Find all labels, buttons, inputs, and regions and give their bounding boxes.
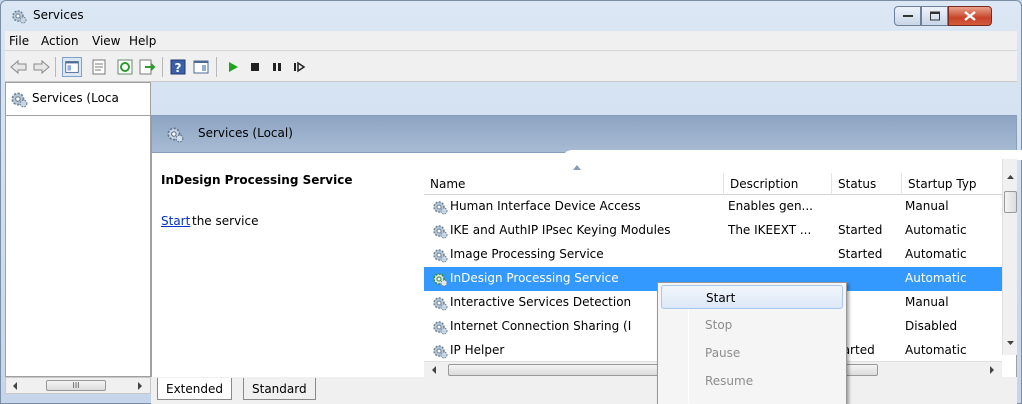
tab-extended[interactable]: Extended [157,378,232,400]
play-icon[interactable] [223,57,243,77]
forward-icon[interactable] [31,57,51,77]
stop-icon[interactable] [245,57,265,77]
context-menu-resume[interactable]: Resume [661,369,843,393]
column-headers: Name Description Status Startup Typ [424,159,1002,195]
service-status: Started [838,223,883,237]
toolbar-separator [162,57,163,77]
table-row[interactable]: IKE and AuthIP IPsec Keying Modules The … [424,219,1002,243]
service-startup-type: Disabled [905,319,958,333]
back-icon[interactable] [9,57,29,77]
scroll-up-icon[interactable] [1004,171,1017,183]
service-name: Human Interface Device Access [450,199,641,213]
start-service-link[interactable]: Start [161,214,190,228]
services-gear-icon [12,10,27,24]
service-startup-type: Automatic [905,271,967,285]
minimize-icon [902,15,913,17]
scroll-right-icon[interactable] [134,379,146,393]
context-menu-stop[interactable]: Stop [661,313,843,337]
services-window: Services File Action View Help ? Service… [0,0,1022,404]
scroll-down-icon[interactable] [1004,337,1017,349]
toolbar-separator [216,57,217,77]
title-bar[interactable]: Services [1,1,1021,31]
service-startup-type: Automatic [905,223,967,237]
service-gear-icon [433,273,448,287]
menu-view[interactable]: View [92,34,120,48]
window-title: Services [33,8,84,22]
close-icon [964,11,976,21]
service-status: tarted [838,343,875,357]
service-startup-type: Manual [905,295,949,309]
console-tree-icon[interactable] [62,57,82,77]
view-tabs: Extended Standard [151,377,1017,404]
show-hide-icon[interactable] [191,57,211,77]
selected-service-name: InDesign Processing Service [161,173,353,187]
service-startup-type: Automatic [905,247,967,261]
context-menu-start[interactable]: Start [661,285,843,309]
service-gear-icon [433,321,448,335]
menu-file[interactable]: File [9,34,29,48]
vertical-scrollbar[interactable] [1002,159,1017,355]
menu-help[interactable]: Help [129,34,156,48]
service-gear-icon [433,249,448,263]
vertical-scroll-thumb[interactable] [1004,191,1017,213]
services-gear-icon [11,92,28,108]
maximize-button[interactable] [921,6,948,26]
column-header-status[interactable]: Status [832,173,902,195]
close-button[interactable] [948,6,992,26]
toolbar-separator [55,57,56,77]
pause-icon[interactable] [267,57,287,77]
service-gear-icon [433,345,448,359]
service-startup-type: Automatic [905,343,967,357]
column-header-startup-type[interactable]: Startup Typ [902,173,1002,195]
service-gear-icon [433,201,448,215]
service-status: Started [838,247,883,261]
services-gear-icon [167,127,184,143]
resume-icon[interactable] [289,57,309,77]
table-row[interactable]: Human Interface Device Access Enables ge… [424,195,1002,219]
sort-ascending-icon [573,165,581,170]
console-tree: Services (Loca [5,82,151,116]
tree-horizontal-scrollbar[interactable]: III [5,377,151,394]
service-name: IKE and AuthIP IPsec Keying Modules [450,223,671,237]
scroll-left-icon[interactable] [428,363,440,377]
column-header-name[interactable]: Name [424,173,724,195]
context-menu: Start Stop Pause Resume [657,282,847,404]
tree-scroll-thumb[interactable]: III [46,380,106,391]
export-icon[interactable] [137,57,157,77]
service-description: Enables gen... [728,199,813,213]
maximize-icon [929,11,940,21]
scroll-right-icon[interactable] [986,363,998,377]
details-header: Services (Local) [151,115,1022,160]
column-header-description[interactable]: Description [724,173,832,195]
help-icon[interactable]: ? [168,57,188,77]
table-row[interactable]: Image Processing Service Started Automat… [424,243,1002,267]
tab-standard[interactable]: Standard [243,378,316,400]
minimize-button[interactable] [894,6,921,26]
scroll-left-icon[interactable] [9,379,21,393]
svg-text:?: ? [175,61,182,75]
service-startup-type: Manual [905,199,949,213]
menu-action[interactable]: Action [41,34,79,48]
menu-bar: File Action View Help [5,31,1017,51]
service-description: The IKEEXT ... [728,223,812,237]
context-menu-pause[interactable]: Pause [661,341,843,365]
service-gear-icon [433,297,448,311]
start-service-text: the service [192,214,259,228]
details-header-title: Services (Local) [198,126,293,140]
refresh-icon[interactable] [115,57,135,77]
toolbar: ? [5,51,1017,82]
service-gear-icon [433,225,448,239]
tree-item-label: Services (Loca [32,91,119,105]
service-name: Image Processing Service [450,247,604,261]
properties-icon[interactable] [89,57,109,77]
console-tree-body [5,115,151,377]
